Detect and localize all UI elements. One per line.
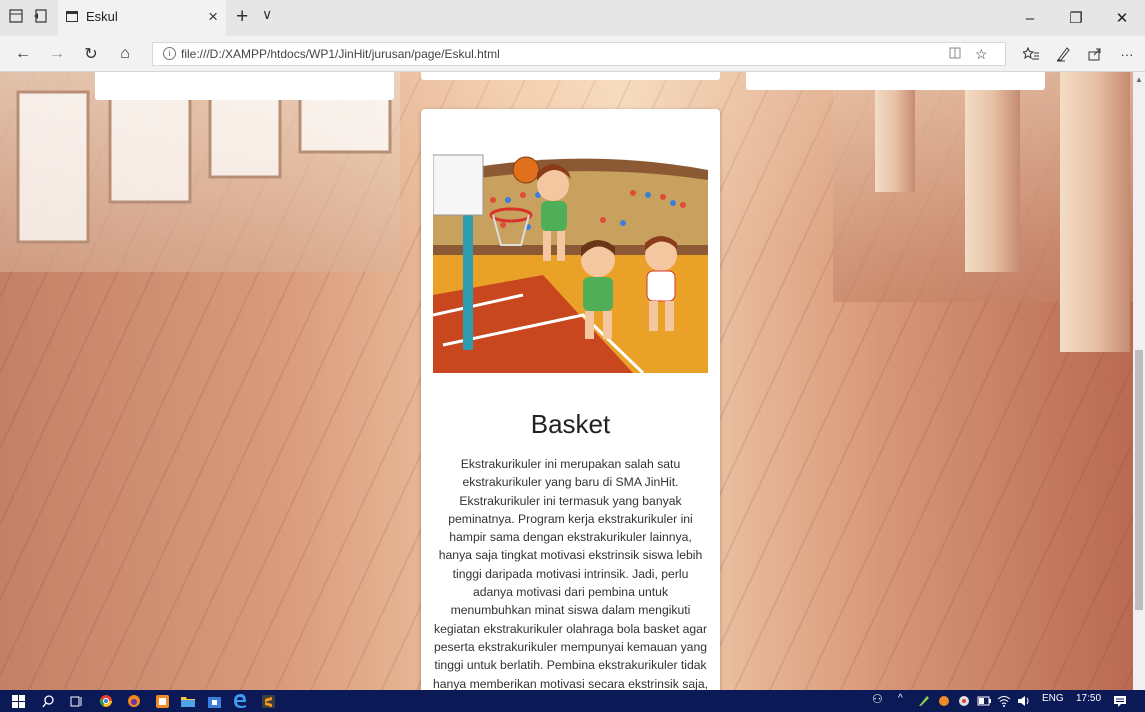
browser-tab[interactable]: Eskul ×	[58, 0, 226, 36]
page-favicon-icon	[66, 11, 78, 22]
minimize-button[interactable]: –	[1007, 0, 1053, 36]
site-info-icon[interactable]: i	[163, 47, 176, 60]
tab-title: Eskul	[86, 9, 118, 24]
new-tab-button[interactable]: +	[236, 5, 248, 29]
sublime-text-icon[interactable]	[260, 693, 276, 709]
search-icon[interactable]	[40, 693, 56, 709]
app-orange-icon[interactable]	[154, 693, 170, 709]
edge-icon[interactable]	[232, 693, 248, 709]
clock[interactable]: 17:50	[1076, 693, 1101, 704]
card-title: Basket	[530, 409, 611, 439]
basketball-illustration	[433, 145, 708, 373]
scroll-up-arrow-icon[interactable]: ▲	[1133, 74, 1145, 86]
tray-app-pen-icon[interactable]	[916, 693, 932, 709]
tray-network-app-icon[interactable]	[956, 693, 972, 709]
background-windows	[16, 90, 392, 244]
tray-overflow-chevron-icon[interactable]: ^	[898, 693, 903, 704]
people-icon[interactable]: ⚇	[872, 692, 883, 706]
windows-taskbar: ⚇ ^ ENG 17:50	[0, 690, 1145, 712]
url-field[interactable]: i file:///D:/XAMPP/htdocs/WP1/JinHit/jur…	[152, 42, 1006, 66]
title-bar: Eskul × + ∨ – ❐ ✕	[0, 0, 1145, 36]
close-window-button[interactable]: ✕	[1099, 0, 1145, 36]
card-partial-right	[746, 72, 1045, 90]
card-partial-left	[95, 72, 394, 100]
tab-set-aside-icon[interactable]	[8, 8, 24, 24]
url-text: file:///D:/XAMPP/htdocs/WP1/JinHit/jurus…	[181, 47, 500, 61]
card-partial-middle	[421, 72, 720, 80]
windows-start-icon[interactable]	[10, 693, 26, 709]
tabs-aside-icon[interactable]	[32, 8, 48, 24]
store-icon[interactable]	[206, 693, 222, 709]
tab-preview-chevron-icon[interactable]: ∨	[262, 6, 272, 23]
favorites-hub-icon[interactable]	[1020, 43, 1042, 65]
eskul-card-basket: Basket Ekstrakurikuler ini merupakan sal…	[421, 109, 720, 690]
tray-app-orange-icon[interactable]	[936, 693, 952, 709]
tab-close-button[interactable]: ×	[208, 7, 218, 27]
share-icon[interactable]	[1084, 43, 1106, 65]
maximize-button[interactable]: ❐	[1053, 0, 1099, 36]
address-bar-row: ← → ↻ ⌂ i file:///D:/XAMPP/htdocs/WP1/Ji…	[0, 36, 1145, 72]
battery-icon[interactable]	[976, 693, 992, 709]
home-button[interactable]: ⌂	[114, 43, 136, 65]
back-button[interactable]: ←	[12, 43, 34, 65]
forward-button[interactable]: →	[46, 43, 68, 65]
task-view-icon[interactable]	[68, 693, 84, 709]
scrollbar-thumb[interactable]	[1135, 350, 1143, 610]
volume-icon[interactable]	[1016, 693, 1032, 709]
language-indicator[interactable]: ENG	[1042, 693, 1064, 704]
background-pillar	[875, 72, 915, 192]
more-menu-button[interactable]: ···	[1116, 43, 1138, 65]
background-pillar	[965, 72, 1020, 272]
file-explorer-icon[interactable]	[180, 693, 196, 709]
web-note-pen-icon[interactable]	[1052, 43, 1074, 65]
card-description: Ekstrakurikuler ini merupakan salah satu…	[432, 457, 708, 690]
firefox-icon[interactable]	[126, 693, 142, 709]
favorite-star-icon[interactable]: ☆	[975, 46, 988, 63]
background-pillar	[1060, 72, 1130, 352]
reading-view-icon[interactable]	[949, 46, 961, 62]
chrome-icon[interactable]	[98, 693, 114, 709]
page-viewport: Basket Ekstrakurikuler ini merupakan sal…	[0, 72, 1133, 690]
wifi-icon[interactable]	[996, 693, 1012, 709]
action-center-icon[interactable]	[1112, 693, 1128, 709]
refresh-button[interactable]: ↻	[80, 43, 102, 65]
